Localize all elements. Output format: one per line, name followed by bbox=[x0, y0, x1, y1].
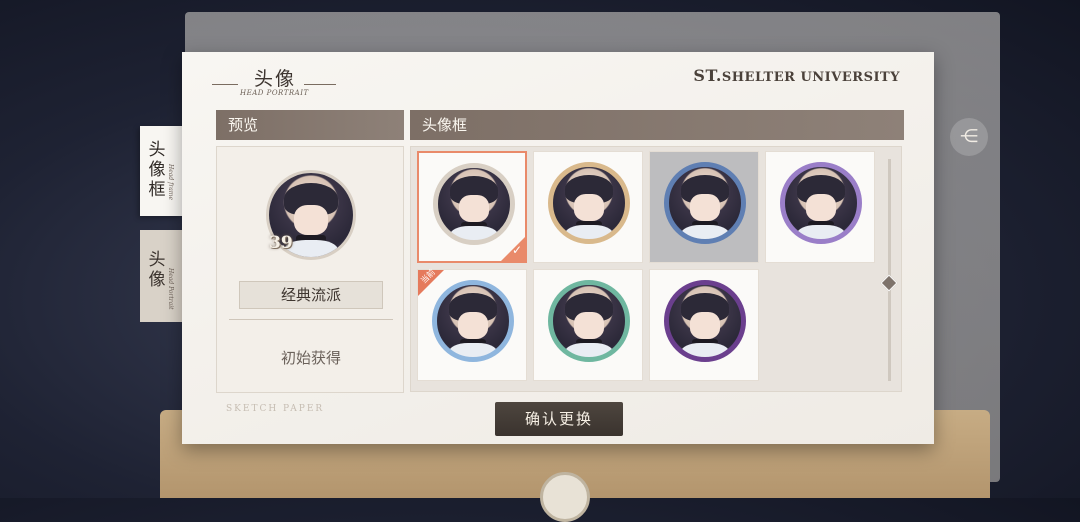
check-icon: ✓ bbox=[511, 243, 522, 257]
frame-option[interactable]: 当前 bbox=[417, 268, 527, 381]
scroll-thumb[interactable] bbox=[880, 274, 898, 292]
share-icon[interactable]: ⋲ bbox=[950, 118, 988, 156]
frames-header: 头像框 bbox=[410, 110, 904, 140]
obtain-method: 初始获得 bbox=[280, 349, 341, 367]
tab-head-portrait[interactable]: 头像 Head Portrait bbox=[140, 230, 182, 322]
title-line-right bbox=[304, 84, 336, 85]
university-name: SHELTER UNIVERSITY bbox=[721, 70, 900, 85]
tab-head-portrait-sub: Head Portrait bbox=[167, 268, 174, 310]
frame-name-plate: 经典流派 bbox=[239, 281, 383, 309]
preview-header: 预览 bbox=[216, 110, 404, 140]
frame-option[interactable] bbox=[533, 151, 643, 263]
panel-title: 头像 HEAD PORTRAIT bbox=[212, 62, 337, 100]
university-logo: ST.SHELTER UNIVERSITY bbox=[693, 66, 900, 85]
scroll-track[interactable] bbox=[888, 159, 891, 381]
frame-option[interactable] bbox=[649, 151, 759, 263]
frame-ring bbox=[433, 163, 515, 245]
envelope-clasp bbox=[540, 472, 590, 522]
frame-option[interactable] bbox=[649, 269, 759, 381]
frame-option[interactable]: ✓ bbox=[417, 151, 527, 263]
frame-ring bbox=[432, 280, 514, 362]
preview-card: 39 经典流派 初始获得 bbox=[216, 146, 404, 393]
avatar-panel: 头像 HEAD PORTRAIT ST.SHELTER UNIVERSITY 预… bbox=[182, 52, 934, 444]
tab-head-frame-sub: Head frame bbox=[167, 164, 174, 201]
frame-option[interactable] bbox=[533, 269, 643, 381]
title-line-left bbox=[212, 84, 238, 85]
divider bbox=[229, 319, 393, 320]
page-subtitle: HEAD PORTRAIT bbox=[240, 89, 309, 97]
frame-ring bbox=[664, 162, 746, 244]
frame-option[interactable] bbox=[765, 151, 875, 263]
frame-ring bbox=[548, 280, 630, 362]
confirm-change-button[interactable]: 确认更换 bbox=[495, 402, 623, 436]
frame-ring bbox=[664, 280, 746, 362]
frame-grid: ✓ 当前 bbox=[410, 146, 902, 392]
university-prefix: ST. bbox=[693, 66, 722, 85]
tab-head-frame[interactable]: 头像框 Head frame bbox=[140, 126, 182, 216]
sketch-paper-watermark: SKETCH PAPER bbox=[226, 404, 325, 414]
page-title: 头像 bbox=[254, 68, 297, 90]
level-badge: 39 bbox=[269, 233, 293, 253]
frame-ring bbox=[548, 162, 630, 244]
frame-ring bbox=[780, 162, 862, 244]
